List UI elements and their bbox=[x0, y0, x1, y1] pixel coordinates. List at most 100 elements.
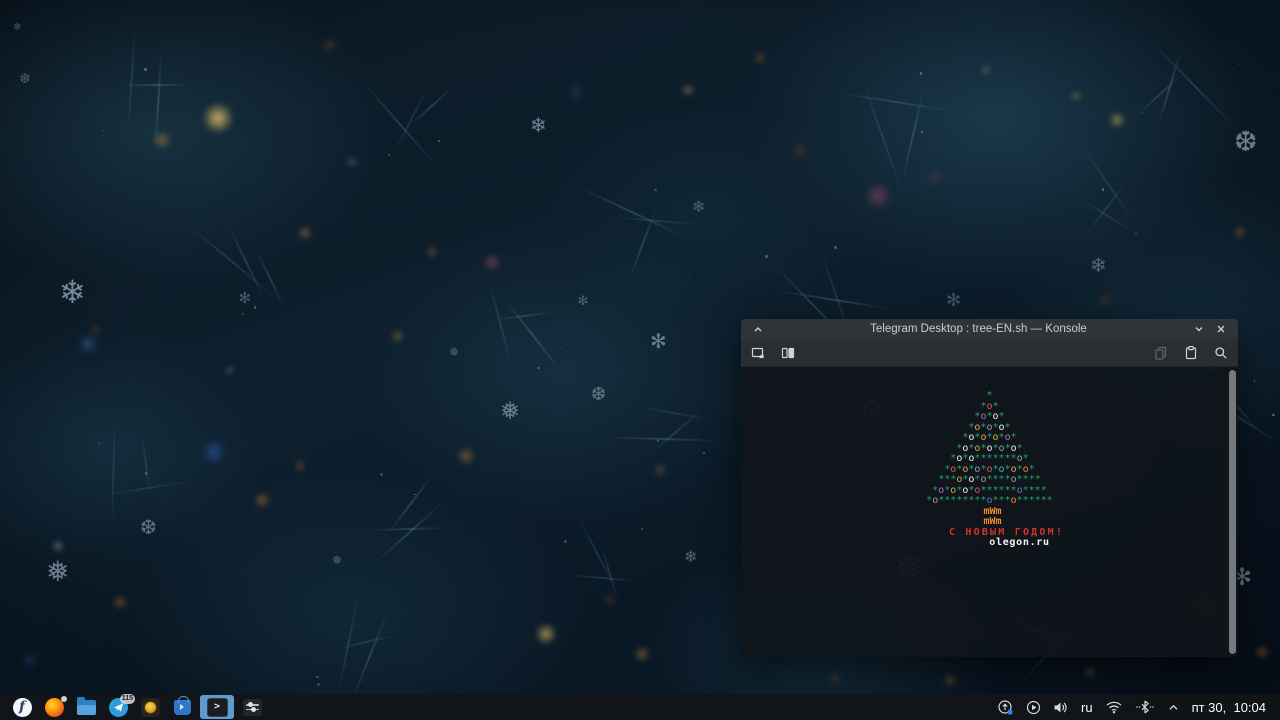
media-player-icon[interactable] bbox=[1026, 695, 1041, 719]
snowflake-decoration: ❅ bbox=[500, 398, 521, 425]
fir-needle-decoration bbox=[836, 92, 956, 113]
snowflake-decoration: ❅ bbox=[46, 556, 70, 587]
snow-speck bbox=[316, 683, 320, 687]
snow-speck bbox=[559, 346, 561, 349]
bokeh-light bbox=[1255, 645, 1269, 659]
snow-speck bbox=[253, 306, 256, 309]
bokeh-light bbox=[78, 334, 98, 354]
chevron-down-icon bbox=[1195, 327, 1203, 332]
wifi-icon[interactable] bbox=[1105, 695, 1123, 719]
taskbar-file-manager[interactable] bbox=[72, 695, 100, 719]
taskbar-telegram[interactable]: 115 bbox=[104, 694, 135, 719]
fir-needle-decoration bbox=[255, 249, 285, 307]
snow-speck bbox=[654, 188, 657, 192]
snow-speck bbox=[703, 452, 705, 454]
snowflake-decoration: ✻ bbox=[650, 331, 667, 353]
snow-speck bbox=[641, 528, 643, 530]
new-tab-icon bbox=[751, 347, 764, 358]
ascii-tree: * *o* *o*o* *o*o*o* *o*o*o*o* *o*o*o*o*o* *o*o… bbox=[926, 390, 1053, 527]
taskbar-launcher-fedora[interactable]: f bbox=[8, 695, 36, 719]
bokeh-light bbox=[634, 646, 650, 662]
bokeh-light bbox=[294, 460, 306, 472]
bokeh-light bbox=[1109, 112, 1125, 128]
fir-needle-decoration bbox=[387, 473, 434, 534]
snow-speck bbox=[316, 675, 320, 679]
fir-needle-decoration bbox=[1086, 181, 1127, 235]
fir-needle-decoration bbox=[649, 411, 701, 455]
fir-needle-decoration bbox=[495, 310, 553, 322]
snowflake-decoration: ❆ bbox=[19, 70, 31, 86]
terminal-area[interactable]: * *o* *o*o* *o*o*o* *o*o*o*o* *o*o*o*o*o* *o*o… bbox=[741, 367, 1238, 657]
keep-above-button[interactable] bbox=[750, 321, 766, 337]
snowflake-decoration: ❄ bbox=[692, 199, 706, 216]
telegram-unread-badge: 115 bbox=[119, 694, 135, 704]
close-button[interactable] bbox=[1213, 321, 1229, 337]
volume-icon[interactable] bbox=[1053, 695, 1069, 719]
keyboard-layout-label: ru bbox=[1081, 699, 1093, 715]
bokeh-light bbox=[1234, 226, 1246, 238]
device-notifier-icon[interactable] bbox=[997, 695, 1014, 719]
fir-needle-decoration bbox=[350, 612, 388, 703]
taskbar-discover[interactable] bbox=[168, 695, 196, 719]
taskbar-sliders-app[interactable] bbox=[238, 695, 266, 719]
terminal-scrollbar[interactable] bbox=[1229, 370, 1236, 654]
snow-speck bbox=[563, 539, 567, 543]
bokeh-light bbox=[483, 253, 501, 271]
bokeh-light bbox=[654, 464, 666, 476]
snowflake-decoration: ✻ bbox=[238, 289, 252, 307]
chevron-up-icon bbox=[754, 327, 762, 332]
snow-speck bbox=[537, 366, 540, 370]
snow-speck bbox=[1272, 414, 1275, 417]
new-tab-button[interactable] bbox=[749, 344, 767, 362]
bokeh-light bbox=[568, 84, 584, 100]
snow-speck bbox=[102, 129, 105, 132]
bokeh-light bbox=[457, 447, 475, 465]
paste-button[interactable] bbox=[1182, 344, 1200, 362]
bokeh-light bbox=[754, 52, 766, 64]
titlebar[interactable]: Telegram Desktop : tree-EN.sh — Konsole bbox=[741, 319, 1238, 339]
bokeh-light bbox=[682, 84, 694, 96]
copy-button[interactable] bbox=[1152, 344, 1170, 362]
snowflake-decoration: ✻ bbox=[577, 292, 589, 308]
fir-needle-decoration bbox=[1079, 198, 1133, 232]
snow-speck bbox=[1237, 63, 1239, 66]
snow-speck bbox=[688, 277, 690, 279]
bokeh-light bbox=[202, 102, 234, 134]
fir-needle-decoration bbox=[575, 184, 688, 239]
fir-needle-decoration bbox=[127, 27, 137, 133]
fir-needle-decoration bbox=[488, 280, 513, 368]
arrow-icon bbox=[180, 704, 184, 710]
fir-needle-decoration bbox=[1149, 39, 1240, 133]
bokeh-light bbox=[1071, 91, 1081, 101]
bokeh-light bbox=[254, 492, 270, 508]
minimize-button[interactable] bbox=[1191, 321, 1207, 337]
fir-needle-decoration bbox=[600, 545, 618, 599]
split-view-button[interactable] bbox=[779, 344, 797, 362]
fir-needle-decoration bbox=[503, 297, 563, 373]
bokeh-light bbox=[347, 157, 357, 167]
taskbar-gold-disc-app[interactable] bbox=[136, 695, 164, 719]
taskbar-firefox[interactable] bbox=[40, 695, 68, 719]
taskbar: f 115 > ru пт 30, 10:04 bbox=[0, 694, 1280, 720]
bokeh-light bbox=[981, 65, 991, 75]
tray-expand-chevron-icon[interactable] bbox=[1167, 695, 1180, 719]
snow-speck bbox=[764, 255, 768, 259]
copy-icon bbox=[1155, 346, 1167, 360]
bokeh-light bbox=[89, 324, 101, 336]
search-icon bbox=[1215, 346, 1227, 359]
konsole-toolbar bbox=[741, 339, 1238, 367]
fir-needle-decoration bbox=[374, 499, 446, 564]
clock[interactable]: пт 30, 10:04 bbox=[1192, 700, 1266, 715]
bluetooth-icon[interactable] bbox=[1135, 695, 1155, 719]
snowflake-decoration: ❄ bbox=[1090, 255, 1107, 277]
snowflake-decoration: ❄ bbox=[59, 274, 86, 310]
bokeh-light bbox=[22, 652, 38, 668]
search-button[interactable] bbox=[1212, 344, 1230, 362]
bokeh-light bbox=[864, 182, 892, 210]
firefox-badge-dot bbox=[61, 696, 67, 702]
keyboard-layout-indicator[interactable]: ru bbox=[1081, 695, 1093, 719]
scrollbar-thumb[interactable] bbox=[1229, 370, 1236, 654]
bokeh-light bbox=[52, 540, 64, 552]
taskbar-konsole-active[interactable]: > bbox=[200, 695, 234, 719]
snow-speck bbox=[1141, 112, 1143, 114]
